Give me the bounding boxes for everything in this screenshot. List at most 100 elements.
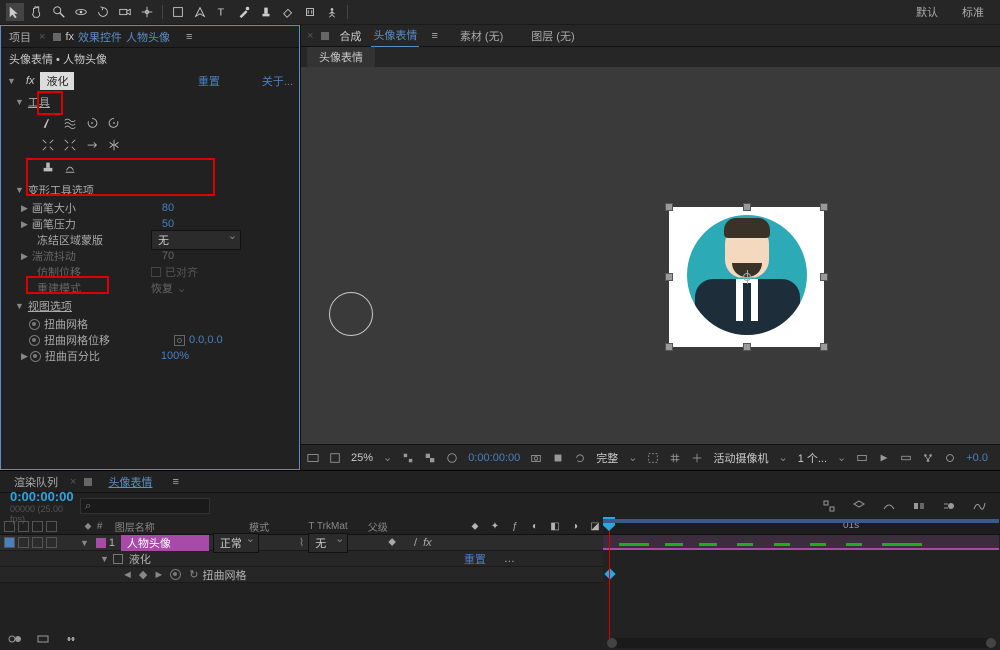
compose-tab-label[interactable]: 合成 xyxy=(337,25,363,47)
twirl-icon[interactable]: ▼ xyxy=(15,97,24,107)
fx-reset-link[interactable]: 重置 xyxy=(464,551,486,567)
switch-adj-icon[interactable]: ◑ xyxy=(569,521,581,533)
switch-cube-icon[interactable]: ◪ xyxy=(589,521,601,533)
twirl-icon[interactable]: ▶ xyxy=(21,251,28,262)
selection-tool-icon[interactable] xyxy=(6,3,24,21)
layer-avatar-image[interactable] xyxy=(669,207,824,347)
brush-size-value[interactable]: 80 xyxy=(162,202,174,214)
roto-tool-icon[interactable] xyxy=(301,3,319,21)
mesh-percent-value[interactable]: 100% xyxy=(161,350,189,362)
label-color-swatch[interactable] xyxy=(96,538,106,548)
video-toggle-icon[interactable] xyxy=(4,521,15,532)
workspace-default[interactable]: 默认 xyxy=(904,0,950,24)
mask-icon[interactable] xyxy=(446,452,458,464)
lock-toggle-icon[interactable] xyxy=(46,521,57,532)
pucker-tool-icon[interactable] xyxy=(39,136,57,154)
twirl-icon[interactable]: ▼ xyxy=(100,554,109,564)
work-area-bar[interactable] xyxy=(603,519,999,523)
stopwatch-icon[interactable] xyxy=(30,351,41,362)
view-options-section[interactable]: ▼ 视图选项 xyxy=(1,296,299,316)
toggle-switches-icon[interactable] xyxy=(6,630,24,648)
mesh-offset-value[interactable]: 0.0,0.0 xyxy=(189,334,223,346)
handle-mr[interactable] xyxy=(820,273,828,281)
parent-dropdown[interactable]: 无 xyxy=(308,533,348,553)
mode-dropdown[interactable]: 正常 xyxy=(213,533,259,553)
motion-blur-icon[interactable] xyxy=(940,497,958,515)
twirl-cw-tool-icon[interactable] xyxy=(83,114,101,132)
handle-tl[interactable] xyxy=(665,203,673,211)
fx-switch-icon[interactable]: fx xyxy=(423,537,432,549)
footage-tab[interactable]: 素材 (无) xyxy=(450,25,513,47)
rotation-tool-icon[interactable] xyxy=(94,3,112,21)
puppet-tool-icon[interactable] xyxy=(323,3,341,21)
keyframe-nav-diamond-icon[interactable]: ◆ xyxy=(139,568,147,581)
snapshot-icon[interactable] xyxy=(530,452,542,464)
layer-name[interactable]: 人物头像 xyxy=(121,535,209,551)
twirl-icon[interactable]: ▶ xyxy=(21,203,28,214)
keyframe-nav-prev-icon[interactable]: ◄ xyxy=(122,569,133,581)
zoom-value[interactable]: 25% xyxy=(351,452,373,464)
switch-fx-icon[interactable]: ƒ xyxy=(509,521,521,533)
fx-prop-mesh-row[interactable]: ◄ ◆ ► ↻ 扭曲网格 xyxy=(0,567,603,583)
panel-menu-icon[interactable]: ≡ xyxy=(178,28,200,46)
reset-link[interactable]: 重置 xyxy=(198,73,220,89)
switch-shy-icon[interactable]: ⬥ xyxy=(469,521,481,533)
resolution-value[interactable]: 完整 xyxy=(596,450,618,466)
layer-row-1[interactable]: ▼ 1 人物头像 正常 ⌇ 无 ⬥ / fx xyxy=(0,535,603,551)
twirl-icon[interactable]: ▼ xyxy=(15,301,24,311)
graph-editor-icon[interactable] xyxy=(970,497,988,515)
switch-3d-icon[interactable]: ◧ xyxy=(549,521,561,533)
reflection-tool-icon[interactable] xyxy=(105,136,123,154)
twirl-icon[interactable]: ▼ xyxy=(15,185,24,195)
freeze-mask-dropdown[interactable]: 无 xyxy=(151,230,241,250)
distort-options-section[interactable]: ▼ 变形工具选项 xyxy=(1,180,299,200)
label-col-icon[interactable]: ⬥ xyxy=(79,521,97,532)
trkmat-col[interactable]: T TrkMat xyxy=(308,521,367,532)
shift-tool-icon[interactable] xyxy=(83,136,101,154)
timeline-comp-tab[interactable]: 头像表情 xyxy=(100,471,160,493)
guides-icon[interactable] xyxy=(691,452,703,464)
type-tool-icon[interactable]: T xyxy=(213,3,231,21)
layer-twirl-icon[interactable]: ▼ xyxy=(80,538,89,548)
about-dots[interactable]: … xyxy=(504,553,515,565)
panel-menu-icon[interactable]: ≡ xyxy=(164,473,186,491)
tools-section[interactable]: ▼ 工具 xyxy=(1,92,299,112)
comp-name-tab[interactable]: 头像表情 xyxy=(371,24,419,47)
flowchart-icon[interactable] xyxy=(922,452,934,464)
position-picker-icon[interactable] xyxy=(174,335,185,346)
fx-row-liquify[interactable]: ▼ 液化 重置 … xyxy=(0,551,603,567)
show-channel-icon[interactable] xyxy=(552,452,564,464)
zoom-in-handle[interactable] xyxy=(986,638,996,648)
toggle-modes-icon[interactable] xyxy=(34,630,52,648)
alpha-icon[interactable] xyxy=(329,452,341,464)
caret-down-icon[interactable]: ⌄ xyxy=(778,451,787,464)
effect-twirl-icon[interactable]: ▼ xyxy=(7,76,16,86)
handle-tm[interactable] xyxy=(743,203,751,211)
workspace-standard[interactable]: 标准 xyxy=(950,0,996,24)
toggle-in-out-icon[interactable] xyxy=(62,630,80,648)
handle-tr[interactable] xyxy=(820,203,828,211)
comp-mini-flowchart-icon[interactable] xyxy=(820,497,838,515)
reset-exposure-icon[interactable] xyxy=(944,452,956,464)
comp-viewport[interactable] xyxy=(301,67,1000,444)
fx-enable-checkbox[interactable] xyxy=(113,554,123,564)
pixel-aspect-icon[interactable] xyxy=(856,452,868,464)
current-time-display[interactable]: 0:00:00:00 xyxy=(468,452,520,464)
handle-bl[interactable] xyxy=(665,343,673,351)
brush-pressure-value[interactable]: 50 xyxy=(162,218,174,230)
reconstruct-tool-icon[interactable] xyxy=(61,158,79,176)
grid-icon[interactable] xyxy=(669,452,681,464)
clone-tool-icon[interactable] xyxy=(39,158,57,176)
caret-down-icon[interactable]: ⌄ xyxy=(837,451,846,464)
caret-down-icon[interactable]: ⌄ xyxy=(628,451,637,464)
solo-toggle[interactable] xyxy=(32,537,43,548)
draft3d-icon[interactable] xyxy=(850,497,868,515)
switch-star-icon[interactable]: ✦ xyxy=(489,521,501,533)
solo-toggle-icon[interactable] xyxy=(32,521,43,532)
about-link[interactable]: 关于... xyxy=(262,73,293,89)
num-views-value[interactable]: 1 个... xyxy=(798,450,827,466)
roi-icon[interactable] xyxy=(647,452,659,464)
current-timecode[interactable]: 0:00:00:00 xyxy=(10,489,80,504)
zoom-tool-icon[interactable] xyxy=(50,3,68,21)
zoom-slider[interactable] xyxy=(607,638,996,648)
